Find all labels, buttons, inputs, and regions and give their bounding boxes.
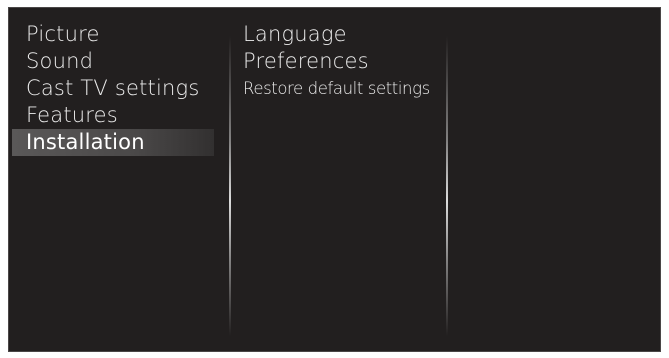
menu-item-installation[interactable]: Installation — [12, 129, 214, 156]
menu-item-picture[interactable]: Picture — [12, 21, 214, 48]
menu-item-sound[interactable]: Sound — [12, 48, 214, 75]
main-menu: Picture Sound Cast TV settings Features … — [12, 21, 214, 156]
menu-item-features[interactable]: Features — [12, 102, 214, 129]
submenu-item-preferences[interactable]: Preferences — [240, 48, 450, 75]
column-divider — [229, 36, 231, 336]
menu-item-cast-tv-settings[interactable]: Cast TV settings — [12, 75, 214, 102]
submenu-installation: Language Preferences Restore default set… — [240, 21, 450, 102]
tv-menu-screen: Picture Sound Cast TV settings Features … — [8, 7, 661, 352]
column-divider — [446, 36, 448, 336]
submenu-item-restore-default-settings[interactable]: Restore default settings — [240, 75, 450, 102]
submenu-item-language[interactable]: Language — [240, 21, 450, 48]
